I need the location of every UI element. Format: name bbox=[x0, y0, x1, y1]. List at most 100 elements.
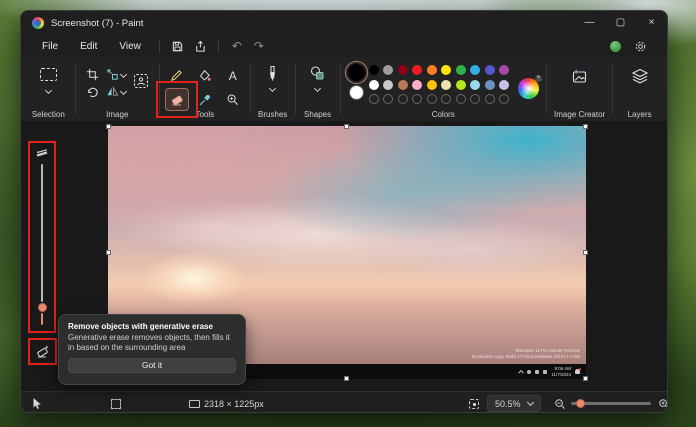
close-button[interactable]: × bbox=[636, 11, 667, 35]
canvas-size-value: 2318 × 1225px bbox=[204, 399, 264, 409]
copilot-icon[interactable] bbox=[610, 41, 621, 52]
palette-color-swatch[interactable] bbox=[441, 80, 451, 90]
resize-handle[interactable] bbox=[583, 250, 588, 255]
undo-button[interactable]: ↶ bbox=[226, 37, 248, 55]
empty-color-slot[interactable] bbox=[427, 94, 437, 104]
zoom-level-dropdown[interactable]: 50.5% bbox=[487, 395, 541, 412]
chevron-down-icon[interactable] bbox=[314, 85, 321, 92]
group-divider bbox=[75, 64, 76, 114]
zoom-slider-thumb[interactable] bbox=[576, 399, 585, 408]
resize-handle[interactable] bbox=[344, 376, 349, 381]
rotate-icon[interactable] bbox=[86, 85, 99, 98]
palette-color-swatch[interactable] bbox=[499, 80, 509, 90]
palette-color-swatch[interactable] bbox=[398, 80, 408, 90]
palette-color-swatch[interactable] bbox=[369, 80, 379, 90]
palette-color-swatch[interactable] bbox=[427, 65, 437, 75]
zoom-out-icon[interactable] bbox=[554, 398, 566, 410]
layers-group-label: Layers bbox=[614, 110, 665, 119]
empty-color-slot[interactable] bbox=[383, 94, 393, 104]
save-button[interactable] bbox=[167, 37, 189, 55]
menu-view[interactable]: View bbox=[108, 39, 152, 54]
palette-color-swatch[interactable] bbox=[485, 65, 495, 75]
chevron-down-icon[interactable] bbox=[45, 87, 52, 94]
share-button[interactable] bbox=[189, 37, 211, 55]
pencil-tool[interactable] bbox=[165, 64, 189, 87]
title-bar: Screenshot (7) - Paint — ▢ × bbox=[21, 11, 667, 35]
zoom-in-icon[interactable] bbox=[658, 398, 668, 410]
crop-icon[interactable] bbox=[86, 68, 99, 81]
size-slider-fill[interactable] bbox=[41, 313, 44, 325]
eraser-tool[interactable] bbox=[165, 88, 189, 111]
zoom-level-value: 50.5% bbox=[495, 399, 521, 409]
flip-button[interactable] bbox=[106, 85, 126, 98]
chevron-down-icon[interactable] bbox=[269, 85, 276, 92]
palette-color-swatch[interactable] bbox=[470, 65, 480, 75]
chevron-down-icon bbox=[120, 71, 127, 78]
resize-handle[interactable] bbox=[344, 124, 349, 129]
group-divider bbox=[612, 64, 613, 114]
selection-tool-icon[interactable] bbox=[40, 68, 57, 81]
settings-gear-icon[interactable] bbox=[634, 40, 647, 53]
empty-color-slot[interactable] bbox=[441, 94, 451, 104]
redo-button[interactable]: ↷ bbox=[248, 37, 270, 55]
shapes-icon[interactable] bbox=[309, 65, 326, 82]
resize-button[interactable] bbox=[106, 68, 126, 81]
palette-color-swatch[interactable] bbox=[470, 80, 480, 90]
image-creator-icon[interactable] bbox=[571, 68, 588, 85]
palette-color-swatch[interactable] bbox=[456, 80, 466, 90]
maximize-button[interactable]: ▢ bbox=[605, 11, 636, 35]
group-divider bbox=[340, 64, 341, 114]
palette-color-swatch[interactable] bbox=[427, 80, 437, 90]
resize-handle[interactable] bbox=[106, 124, 111, 129]
magnifier-tool[interactable] bbox=[221, 88, 245, 111]
edit-colors-button[interactable]: + bbox=[518, 78, 539, 99]
palette-color-swatch[interactable] bbox=[383, 65, 393, 75]
image-group-label: Image bbox=[77, 110, 158, 119]
background-color-swatch[interactable] bbox=[349, 85, 364, 100]
layers-icon[interactable] bbox=[631, 68, 649, 85]
palette-color-swatch[interactable] bbox=[383, 80, 393, 90]
palette-color-swatch[interactable] bbox=[369, 65, 379, 75]
size-slider-track[interactable] bbox=[41, 164, 44, 302]
zoom-slider[interactable] bbox=[571, 402, 651, 405]
empty-color-slot[interactable] bbox=[412, 94, 422, 104]
group-divider bbox=[250, 64, 251, 114]
foreground-color-swatch[interactable] bbox=[348, 64, 365, 81]
color-picker-tool[interactable] bbox=[193, 88, 217, 111]
palette-color-swatch[interactable] bbox=[441, 65, 451, 75]
resize-handle[interactable] bbox=[106, 250, 111, 255]
empty-color-slot[interactable] bbox=[369, 94, 379, 104]
paint-app-icon bbox=[32, 17, 44, 29]
palette-color-swatch[interactable] bbox=[398, 65, 408, 75]
empty-color-slot[interactable] bbox=[398, 94, 408, 104]
chevron-down-icon bbox=[120, 88, 127, 95]
fit-to-screen-icon[interactable] bbox=[469, 399, 479, 409]
menu-file[interactable]: File bbox=[31, 39, 69, 54]
fill-tool[interactable] bbox=[193, 64, 217, 87]
size-slider-thumb[interactable] bbox=[38, 303, 47, 312]
empty-color-slot[interactable] bbox=[499, 94, 509, 104]
minimize-button[interactable]: — bbox=[574, 11, 605, 35]
palette-color-swatch[interactable] bbox=[412, 80, 422, 90]
taskbar-date: 11/7/2024 bbox=[551, 372, 571, 377]
generative-erase-icon[interactable] bbox=[35, 344, 50, 359]
brush-icon[interactable] bbox=[265, 65, 280, 82]
empty-color-slot[interactable] bbox=[485, 94, 495, 104]
generative-erase-annotation bbox=[28, 338, 57, 365]
remove-background-icon[interactable] bbox=[133, 73, 149, 89]
palette-color-swatch[interactable] bbox=[485, 80, 495, 90]
text-tool[interactable]: A bbox=[221, 64, 245, 87]
resize-handle[interactable] bbox=[583, 124, 588, 129]
got-it-button[interactable]: Got it bbox=[68, 358, 236, 373]
palette-color-swatch[interactable] bbox=[456, 65, 466, 75]
paint-window: Screenshot (7) - Paint — ▢ × File Edit V… bbox=[20, 10, 668, 413]
empty-color-slot[interactable] bbox=[456, 94, 466, 104]
color-palette bbox=[369, 65, 512, 106]
palette-color-swatch[interactable] bbox=[499, 65, 509, 75]
resize-handle[interactable] bbox=[583, 376, 588, 381]
share-icon bbox=[193, 40, 206, 53]
palette-color-swatch[interactable] bbox=[412, 65, 422, 75]
tooltip-title: Remove objects with generative erase bbox=[68, 322, 236, 331]
empty-color-slot[interactable] bbox=[470, 94, 480, 104]
menu-edit[interactable]: Edit bbox=[69, 39, 108, 54]
